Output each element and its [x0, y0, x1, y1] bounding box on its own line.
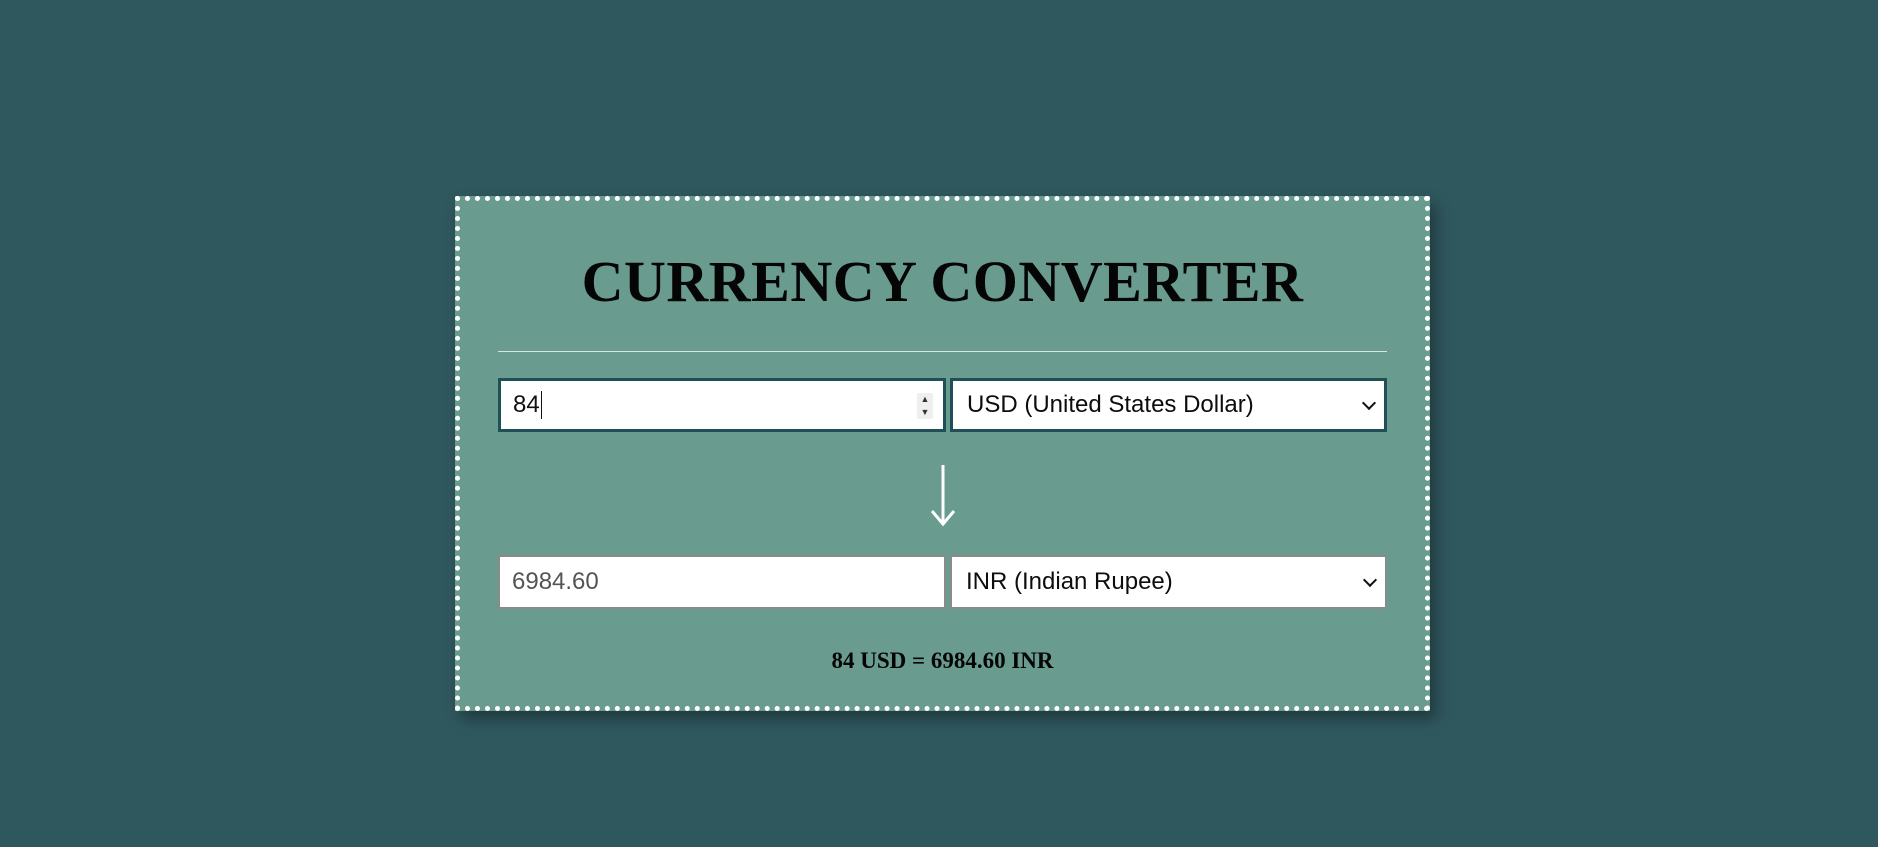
chevron-down-icon: [1362, 572, 1378, 588]
number-spinner-icon[interactable]: ▲ ▼: [917, 393, 933, 419]
to-row: 6984.60 INR (Indian Rupee): [498, 555, 1387, 609]
spinner-down-icon[interactable]: ▼: [921, 408, 930, 417]
to-amount-output: 6984.60: [498, 555, 946, 609]
from-currency-select[interactable]: USD (United States Dollar): [950, 378, 1387, 432]
to-currency-select[interactable]: INR (Indian Rupee): [950, 555, 1387, 609]
to-currency-value: INR (Indian Rupee): [966, 568, 1173, 595]
to-amount-value: 6984.60: [512, 568, 599, 595]
arrow-down-icon: [460, 463, 1425, 527]
page-title: CURRENCY CONVERTER: [581, 249, 1304, 314]
converter-card: CURRENCY CONVERTER 84 ▲ ▼ USD (United St…: [455, 196, 1430, 711]
from-row: 84 ▲ ▼ USD (United States Dollar): [498, 378, 1387, 432]
text-caret: [540, 391, 542, 419]
from-amount-input[interactable]: 84 ▲ ▼: [498, 378, 946, 432]
chevron-down-icon: [1361, 395, 1377, 411]
from-amount-value: 84: [513, 391, 540, 418]
title-divider: [498, 351, 1387, 352]
from-currency-value: USD (United States Dollar): [967, 391, 1254, 418]
spinner-up-icon[interactable]: ▲: [921, 395, 930, 404]
conversion-result: 84 USD = 6984.60 INR: [831, 648, 1054, 673]
